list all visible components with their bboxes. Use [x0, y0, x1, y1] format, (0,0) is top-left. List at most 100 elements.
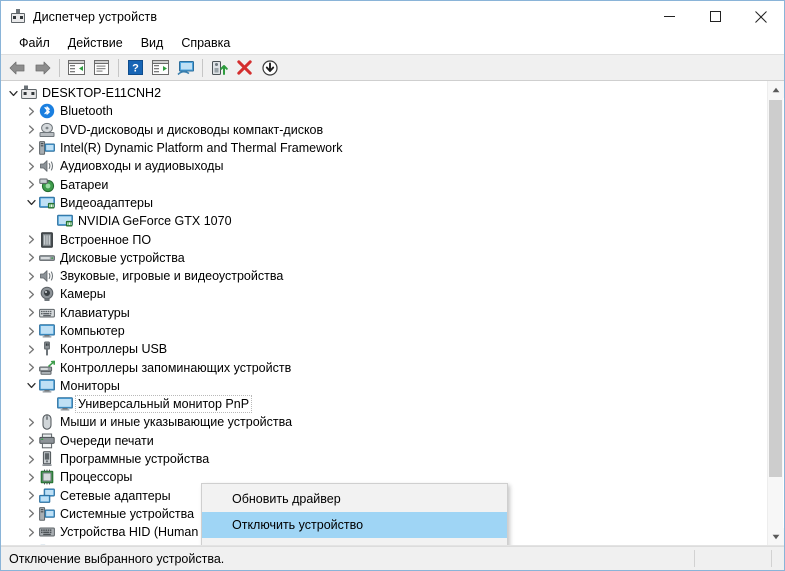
context-menu-item[interactable]: Отключить устройство — [202, 512, 507, 538]
scan-hardware-icon[interactable] — [173, 56, 198, 79]
tree-row[interactable]: Универсальный монитор PnP — [1, 395, 767, 414]
close-icon[interactable] — [738, 1, 784, 32]
tree-row[interactable]: Компьютер — [1, 322, 767, 340]
chevron-right-icon[interactable] — [23, 542, 39, 545]
tree-row[interactable]: Камеры — [1, 285, 767, 303]
tree-row-label: Программные устройства — [60, 452, 210, 467]
chevron-right-icon[interactable] — [23, 468, 39, 486]
tree-row-label: Клавиатуры — [60, 305, 130, 320]
software-device-icon — [39, 451, 55, 467]
chevron-right-icon[interactable] — [23, 157, 39, 175]
tree-row[interactable]: Мыши и иные указывающие устройства — [1, 413, 767, 431]
chevron-right-icon[interactable] — [23, 285, 39, 303]
svg-text:?: ? — [132, 63, 139, 75]
chevron-down-icon[interactable] — [23, 194, 39, 212]
scrollbar-thumb[interactable] — [769, 100, 782, 477]
minimize-icon[interactable] — [646, 1, 692, 32]
chevron-right-icon[interactable] — [23, 487, 39, 505]
scroll-down-icon[interactable] — [768, 528, 784, 545]
tree-row[interactable]: Контроллеры USB — [1, 340, 767, 358]
menu-view[interactable]: Вид — [132, 34, 173, 53]
tree-row-label: DVD-дисководы и дисководы компакт-дисков — [60, 122, 324, 137]
chevron-right-icon[interactable] — [23, 505, 39, 523]
chevron-right-icon[interactable] — [23, 413, 39, 431]
menu-action[interactable]: Действие — [59, 34, 132, 53]
tree-row[interactable]: Мониторы — [1, 377, 767, 395]
status-divider-2 — [771, 550, 772, 567]
disk-drive-icon — [39, 250, 55, 266]
separator-3 — [202, 58, 203, 77]
tree-row[interactable]: Intel(R) Dynamic Platform and Thermal Fr… — [1, 139, 767, 157]
window-controls — [646, 1, 784, 32]
back-icon[interactable] — [5, 56, 30, 79]
uninstall-device-icon[interactable] — [232, 56, 257, 79]
chevron-right-icon[interactable] — [23, 267, 39, 285]
device-tree[interactable]: DESKTOP-E11CNH2 Bluetooth DVD-дисководы и … — [1, 84, 767, 545]
chevron-right-icon[interactable] — [23, 450, 39, 468]
tree-row-label: Сетевые адаптеры — [60, 488, 171, 503]
show-hide-console-tree-icon[interactable] — [64, 56, 89, 79]
chevron-right-icon[interactable] — [23, 523, 39, 541]
scroll-up-icon[interactable] — [768, 81, 784, 98]
chevron-right-icon[interactable] — [23, 121, 39, 139]
tree-row[interactable]: Батареи — [1, 175, 767, 193]
tree-row[interactable]: DVD-дисководы и дисководы компакт-дисков — [1, 121, 767, 139]
help-icon[interactable]: ? — [123, 56, 148, 79]
details-view-icon[interactable] — [148, 56, 173, 79]
system-device-icon — [39, 506, 55, 522]
menu-help[interactable]: Справка — [172, 34, 239, 53]
chevron-right-icon[interactable] — [23, 249, 39, 267]
chevron-down-icon[interactable] — [5, 84, 21, 102]
tree-row-label: Устройства безопасности — [60, 543, 208, 545]
chevron-right-icon[interactable] — [23, 322, 39, 340]
tree-row[interactable]: Клавиатуры — [1, 304, 767, 322]
separator-1 — [59, 58, 60, 77]
mouse-icon — [39, 414, 55, 431]
chevron-down-icon[interactable] — [23, 377, 39, 395]
chevron-right-icon[interactable] — [23, 359, 39, 377]
dvd-drive-icon — [39, 122, 55, 138]
tree-row[interactable]: Аудиовходы и аудиовыходы — [1, 157, 767, 175]
vertical-scrollbar[interactable] — [767, 81, 784, 545]
bluetooth-icon — [39, 103, 55, 119]
tree-row[interactable]: Видеоадаптеры — [1, 194, 767, 212]
device-tree-pane: DESKTOP-E11CNH2 Bluetooth DVD-дисководы и … — [1, 81, 784, 546]
maximize-icon[interactable] — [692, 1, 738, 32]
status-divider-1 — [694, 550, 695, 567]
system-device-icon — [39, 140, 55, 156]
disable-device-icon[interactable] — [257, 56, 282, 79]
chevron-right-icon[interactable] — [23, 340, 39, 358]
tree-row[interactable]: Контроллеры запоминающих устройств — [1, 358, 767, 376]
tree-row[interactable]: Дисковые устройства — [1, 249, 767, 267]
update-driver-icon[interactable] — [207, 56, 232, 79]
context-menu-item[interactable]: Обновить драйвер — [202, 486, 507, 512]
chevron-right-icon[interactable] — [23, 432, 39, 450]
tree-row[interactable]: Встроенное ПО — [1, 230, 767, 248]
tree-row[interactable]: NVIDIA GeForce GTX 1070 — [1, 212, 767, 230]
tree-row[interactable]: Bluetooth — [1, 102, 767, 120]
window-title: Диспетчер устройств — [33, 9, 158, 24]
chevron-right-icon[interactable] — [23, 304, 39, 322]
tree-row[interactable]: Очереди печати — [1, 432, 767, 450]
context-menu[interactable]: Обновить драйверОтключить устройствоУдал… — [201, 483, 508, 545]
tree-root-row[interactable]: DESKTOP-E11CNH2 — [1, 84, 767, 102]
chevron-right-icon[interactable] — [23, 139, 39, 157]
tree-row[interactable]: Звуковые, игровые и видеоустройства — [1, 267, 767, 285]
separator-2 — [118, 58, 119, 77]
tree-row-label: Мыши и иные указывающие устройства — [60, 415, 293, 430]
properties-icon[interactable] — [89, 56, 114, 79]
context-menu-item[interactable]: Удалить устройство — [202, 538, 507, 545]
chevron-right-icon[interactable] — [23, 176, 39, 194]
forward-icon[interactable] — [30, 56, 55, 79]
display-adapter-icon — [57, 213, 73, 229]
device-manager-icon — [10, 8, 26, 25]
tree-row[interactable]: Программные устройства — [1, 450, 767, 468]
chevron-right-icon[interactable] — [23, 102, 39, 120]
menu-file[interactable]: Файл — [10, 34, 59, 53]
audio-icon — [39, 268, 55, 284]
tree-row-label: Встроенное ПО — [60, 232, 152, 247]
tree-row-label: Аудиовходы и аудиовыходы — [60, 159, 224, 174]
chevron-right-icon[interactable] — [23, 231, 39, 249]
printer-icon — [39, 433, 55, 449]
